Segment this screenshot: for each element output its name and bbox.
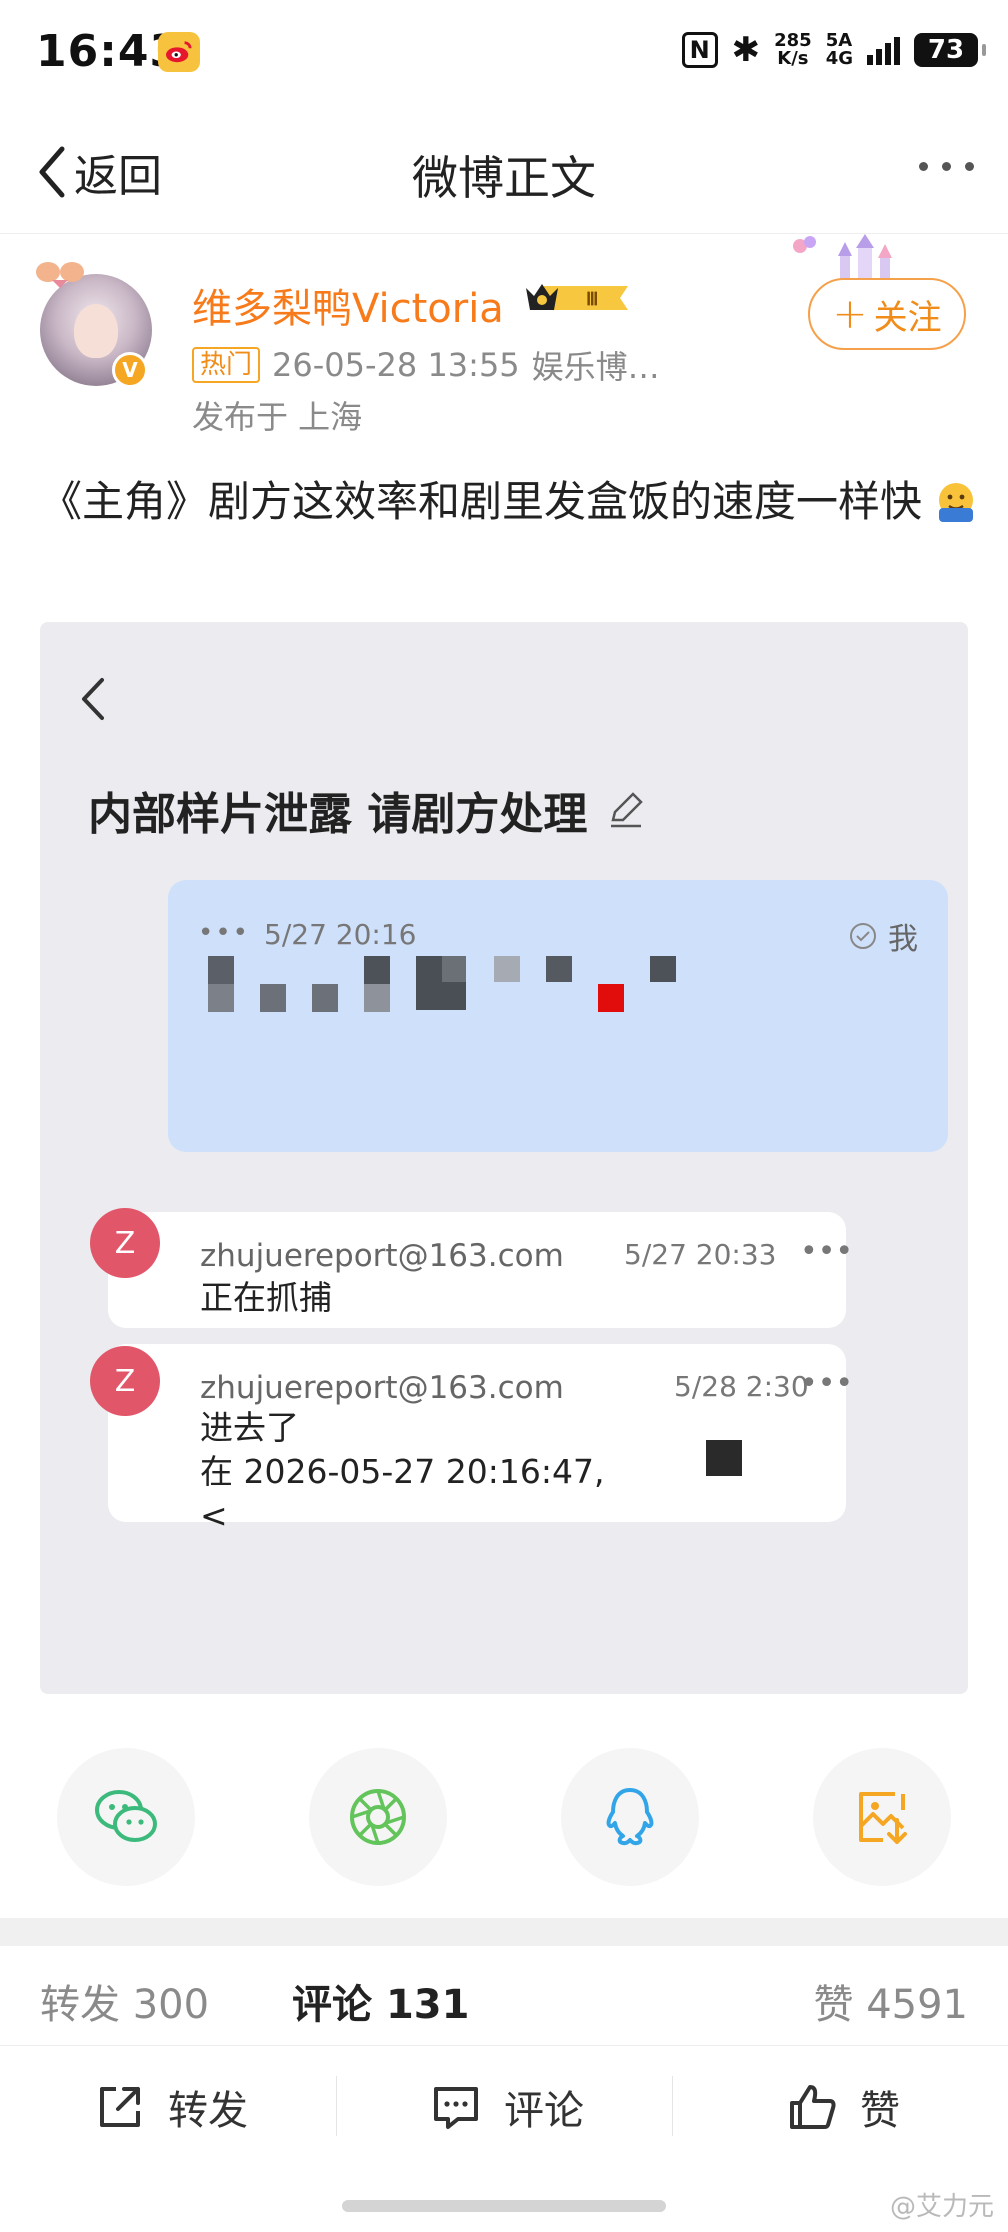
reply-body: 进去了 在 2026-05-27 20:16:47, < [200,1408,605,1535]
comment-button[interactable]: 评论 [430,2078,584,2136]
post-location: 发布于 上海 [192,398,363,436]
reply-body: 正在抓捕 [200,1278,332,1317]
tab-comments[interactable]: 评论 131 [292,1972,469,2030]
message-time: 5/27 20:16 [264,918,417,951]
watermark: @艾力元 [889,2192,994,2222]
reply-time: 5/28 2:30 [674,1370,809,1403]
tab-comments-count: 131 [385,1982,470,2028]
post-source: 娱乐博… [531,348,660,386]
censored-block [706,1440,742,1476]
reply-sender: zhujuereport@163.com [200,1238,564,1274]
moments-icon [350,1789,406,1845]
section-divider [0,1918,1008,1946]
verified-badge: V [112,352,148,388]
email-subject: 内部样片泄露 请剧方处理 [88,778,645,842]
reply-avatar: Z [90,1208,160,1278]
nfc-icon: N [681,32,718,68]
reply-card: Z zhujuereport@163.com 5/27 20:33 ••• 正在… [90,1208,853,1328]
bottom-action-bar: 转发 评论 赞 [0,2046,1008,2166]
status-icons: N ✱ 285 K/s 5A 4G 73 [681,30,986,70]
avatar-frame-deco-icon [36,262,84,288]
tab-comments-label: 评论 [292,1982,372,2028]
reply-sender: zhujuereport@163.com [200,1370,564,1406]
plus-icon: + [832,289,868,338]
post-image[interactable]: 内部样片泄露 请剧方处理 ••• 5/27 20:16 我 Z zhujuere… [40,622,968,1694]
network-speed: 285 K/s [774,32,812,68]
share-moments-button[interactable] [309,1748,447,1886]
reply-avatar: Z [90,1346,160,1416]
home-indicator[interactable] [342,2200,666,2212]
signal-icon [867,35,900,65]
network-bottom: 4G [825,48,853,69]
share-wechat-button[interactable] [57,1748,195,1886]
follow-button[interactable]: + 关注 [808,278,966,350]
tab-reposts[interactable]: 转发 300 [40,1972,209,2030]
post-meta: 热门 26-05-28 13:55 娱乐博… [192,342,660,388]
sender-me-label: 我 [888,922,918,957]
more-horizontal-icon[interactable] [919,162,974,171]
repost-button[interactable]: 转发 [94,2078,248,2136]
repost-label: 转发 [168,2088,248,2134]
thumbs-up-icon [790,2085,836,2129]
comment-label: 评论 [504,2088,584,2134]
stats-tabs: 转发 300 评论 131 赞 4591 [0,1946,1008,2046]
battery-icon: 73 [914,33,986,67]
like-button[interactable]: 赞 [786,2078,900,2136]
post-body: 《主角》剧方这效率和剧里发盒饭的速度一样快 [40,477,923,526]
post-text: 《主角》剧方这效率和剧里发盒饭的速度一样快 [40,470,980,534]
my-message-bubble: ••• 5/27 20:16 我 [168,880,948,1152]
tab-likes-label: 赞 [813,1982,854,2028]
network-type: 5A 4G [826,32,853,68]
nav-bar: 返回 微博正文 [0,104,1008,234]
tab-likes[interactable]: 赞 4591 [813,1972,968,2030]
action-separator [336,2076,337,2136]
status-bar: 16:43 N ✱ 285 K/s 5A 4G 73 [0,0,1008,104]
check-circle-icon [850,923,876,949]
tab-reposts-count: 300 [132,1982,210,2028]
comment-icon [434,2087,478,2129]
reply-time: 5/27 20:33 [624,1238,777,1271]
action-separator [672,2076,673,2136]
share-qq-button[interactable] [561,1748,699,1886]
email-subject-text: 内部样片泄露 请剧方处理 [88,789,588,840]
speed-unit: K/s [777,48,809,69]
qq-icon [606,1788,654,1846]
post-timestamp: 26-05-28 13:55 [272,346,520,384]
crown-level-icon: Ⅲ [526,284,628,310]
sender-me: 我 [848,914,918,958]
share-row [0,1748,1008,1888]
like-label: 赞 [860,2088,900,2134]
save-image-icon [859,1792,907,1844]
wechat-icon [95,1790,157,1842]
reply-more-dots: ••• [800,1366,854,1401]
tab-likes-count: 4591 [866,1982,968,2028]
edit-pencil-icon [611,792,644,828]
bluetooth-icon: ✱ [731,30,761,70]
level-badge-text: Ⅲ [586,289,598,309]
share-save-image-button[interactable] [813,1748,951,1886]
author-header: V 维多梨鸭Victoria Ⅲ 热门 26-05-28 13:55 娱乐博… … [0,234,1008,444]
page-title: 微博正文 [412,151,596,205]
repost-share-icon [100,2087,140,2127]
chevron-left-icon [82,678,104,720]
author-name[interactable]: 维多梨鸭Victoria [192,276,504,334]
tab-reposts-label: 转发 [40,1982,120,2028]
reply-card: Z zhujuereport@163.com 5/28 2:30 ••• 进去了… [90,1344,853,1535]
saluting-face-emoji-icon [939,483,974,522]
message-dots: ••• [198,918,251,948]
hot-tag: 热门 [192,347,261,383]
follow-label: 关注 [873,297,942,338]
weibo-icon [158,32,200,72]
reply-more-dots: ••• [800,1234,854,1269]
